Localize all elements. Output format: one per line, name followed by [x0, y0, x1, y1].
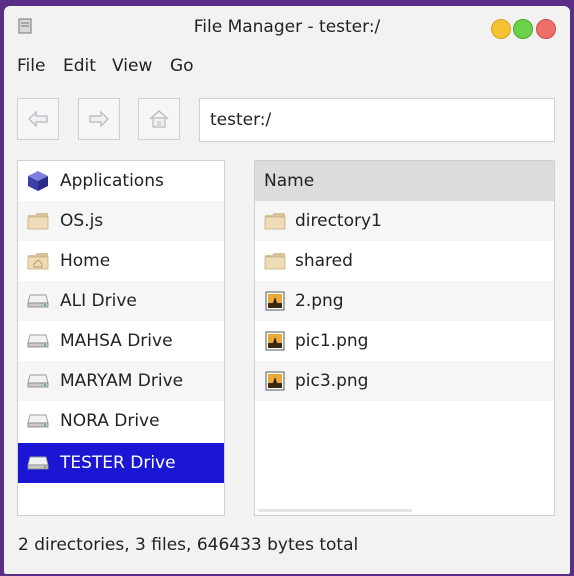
- horizontal-scrollbar[interactable]: [258, 509, 412, 512]
- file-row-pic3png[interactable]: pic3.png: [255, 361, 554, 401]
- folder-icon: [27, 213, 49, 230]
- sidebar-item-nora-drive[interactable]: NORA Drive: [18, 401, 224, 441]
- sidebar-item-label: Home: [60, 251, 111, 271]
- maximize-button[interactable]: [513, 19, 533, 39]
- image-icon: [265, 291, 285, 311]
- drive-icon: [27, 294, 49, 308]
- file-name: 2.png: [295, 291, 344, 311]
- sidebar-item-mahsa-drive[interactable]: MAHSA Drive: [18, 321, 224, 361]
- sidebar-item-applications[interactable]: Applications: [18, 161, 224, 201]
- menu-edit[interactable]: Edit: [63, 56, 96, 76]
- drive-icon: [27, 334, 49, 348]
- applications-icon: [28, 171, 48, 191]
- sidebar-item-tester-drive[interactable]: TESTER Drive: [18, 443, 224, 483]
- minimize-button[interactable]: [491, 19, 511, 39]
- home-folder-icon: [27, 253, 49, 270]
- sidebar-item-label: TESTER Drive: [60, 453, 176, 473]
- file-name: directory1: [295, 211, 382, 231]
- drive-icon: [27, 374, 49, 388]
- back-arrow-icon: [28, 110, 48, 128]
- sidebar-item-label: ALI Drive: [60, 291, 137, 311]
- column-header-name[interactable]: Name: [255, 161, 554, 201]
- sidebar-item-label: Applications: [60, 171, 164, 191]
- file-row-pic1png[interactable]: pic1.png: [255, 321, 554, 361]
- file-name: shared: [295, 251, 353, 271]
- sidebar-item-label: OS.js: [60, 211, 104, 231]
- menu-file[interactable]: File: [17, 56, 45, 76]
- home-icon: [149, 110, 169, 128]
- sidebar-item-label: MAHSA Drive: [60, 331, 173, 351]
- address-bar[interactable]: tester:/: [199, 98, 555, 142]
- sidebar-item-label: MARYAM Drive: [60, 371, 184, 391]
- sidebar-item-maryam-drive[interactable]: MARYAM Drive: [18, 361, 224, 401]
- file-row-directory1[interactable]: directory1: [255, 201, 554, 241]
- forward-arrow-icon: [89, 110, 109, 128]
- sidebar-item-ali-drive[interactable]: ALI Drive: [18, 281, 224, 321]
- image-icon: [265, 371, 285, 391]
- image-icon: [265, 331, 285, 351]
- file-name: pic3.png: [295, 371, 369, 391]
- drive-icon: [27, 456, 49, 470]
- file-manager-window: File Manager - tester:/ File Edit View G…: [4, 6, 570, 574]
- home-button[interactable]: [138, 98, 180, 140]
- title-bar[interactable]: File Manager - tester:/: [4, 6, 570, 46]
- sidebar-item-label: NORA Drive: [60, 411, 160, 431]
- sidebar-item-home[interactable]: Home: [18, 241, 224, 281]
- file-list: Name directory1 shared 2.png pic1.png pi…: [254, 160, 555, 516]
- window-title: File Manager - tester:/: [193, 17, 381, 37]
- forward-button[interactable]: [78, 98, 120, 140]
- sidebar: Applications OS.js Home ALI Drive MAHSA …: [17, 160, 225, 516]
- file-row-shared[interactable]: shared: [255, 241, 554, 281]
- drive-icon: [27, 414, 49, 428]
- file-row-2png[interactable]: 2.png: [255, 281, 554, 321]
- folder-icon: [264, 213, 286, 230]
- close-button[interactable]: [536, 19, 556, 39]
- file-name: pic1.png: [295, 331, 369, 351]
- menu-go[interactable]: Go: [170, 56, 194, 76]
- status-bar: 2 directories, 3 files, 646433 bytes tot…: [18, 535, 359, 555]
- back-button[interactable]: [17, 98, 59, 140]
- menu-view[interactable]: View: [112, 56, 152, 76]
- sidebar-item-osjs[interactable]: OS.js: [18, 201, 224, 241]
- folder-icon: [264, 253, 286, 270]
